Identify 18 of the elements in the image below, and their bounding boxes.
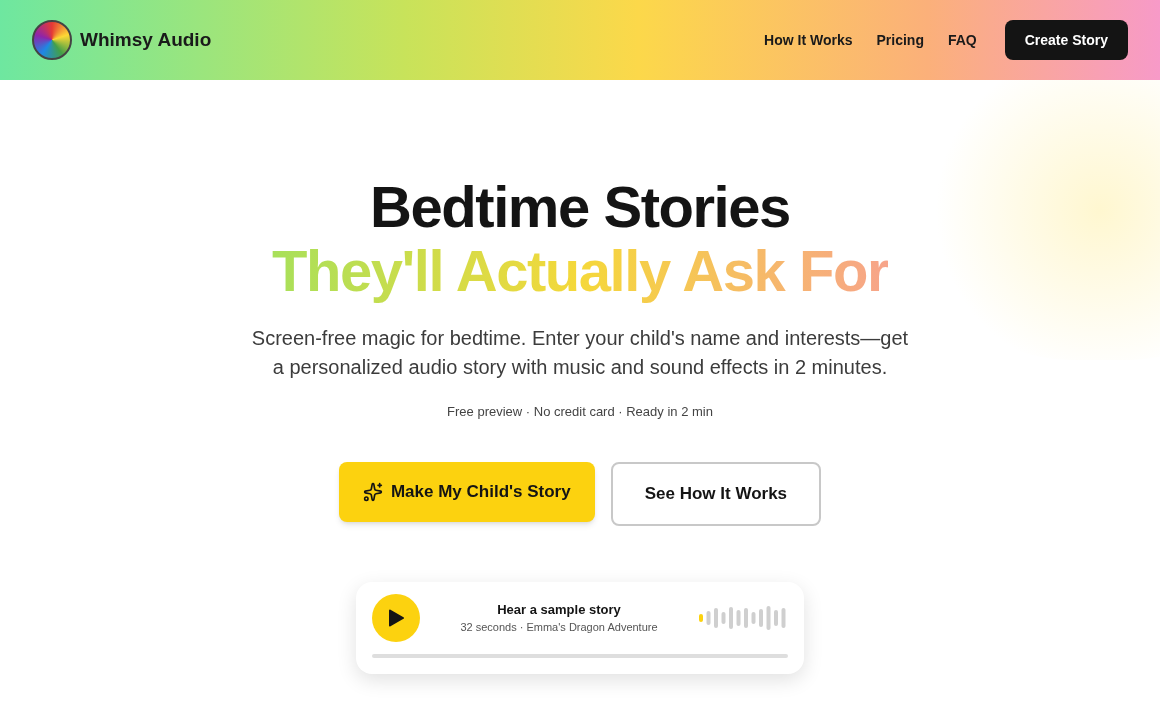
- sparkles-icon: [362, 481, 383, 502]
- logo-placeholder: [32, 20, 72, 60]
- hero-title: Bedtime Stories: [370, 176, 790, 238]
- play-icon: [388, 608, 404, 627]
- hero-subtitle: Screen-free magic for bedtime. Enter your child's name and interests—get a personalized audio story with music and sound effects in 2 minutes.: [250, 326, 910, 380]
- sample-title: Hear a sample story: [497, 600, 621, 619]
- nav-link[interactable]: How It Works: [764, 29, 853, 51]
- play-button[interactable]: [372, 593, 420, 642]
- how-it-works-button[interactable]: See How It Works: [610, 461, 822, 526]
- sample-meta: 32 seconds · Emma's Dragon Adventure: [460, 620, 658, 635]
- nav-link[interactable]: FAQ: [947, 29, 977, 51]
- perks-text: Free preview · No credit card · Ready in 2 min: [447, 403, 713, 421]
- waveform-icon: [698, 604, 788, 631]
- make-story-button[interactable]: Make My Child's Story: [338, 461, 595, 522]
- nav-link[interactable]: Pricing: [876, 29, 924, 51]
- create-story-button[interactable]: Create Story: [1004, 20, 1128, 60]
- brand-name[interactable]: Whimsy Audio: [80, 25, 212, 55]
- progress-track[interactable]: [372, 653, 788, 658]
